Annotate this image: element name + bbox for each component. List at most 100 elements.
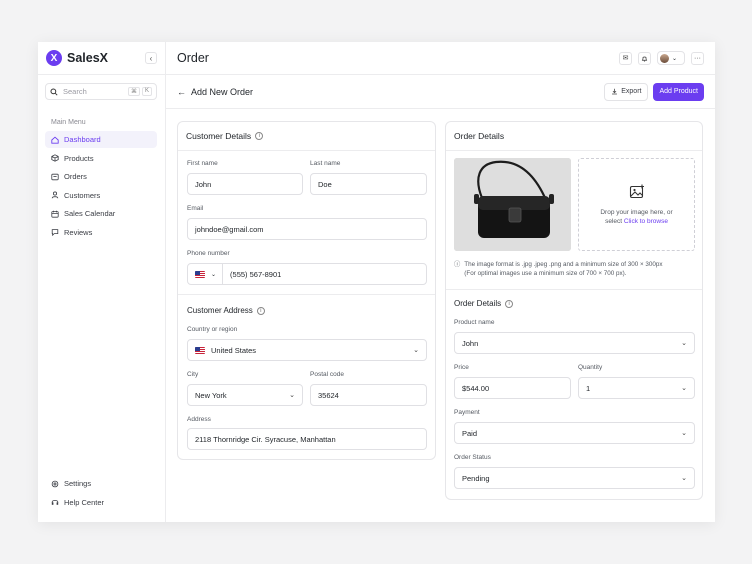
country-code-chevron-icon[interactable]: ⌄ [211,271,216,278]
product-name-select[interactable]: John ⌄ [454,332,695,354]
sidebar-item-label: Settings [64,479,92,488]
dropzone-select-text: select [605,217,623,225]
customer-address-title: Customer Address [187,306,253,315]
sidebar-item-orders[interactable]: Orders [45,168,157,185]
shortcut-key-cmd: ⌘ [127,87,140,96]
order-status-select[interactable]: Pending ⌄ [454,467,695,489]
chevron-down-icon: ⌄ [681,475,687,482]
email-label: Email [187,205,204,212]
email-value: johndoe@gmail.com [195,224,264,234]
sidebar-item-label: Help Center [64,497,105,507]
first-name-label: First name [187,160,218,167]
topbar: Order ✉ ⌄ ··· [166,42,715,75]
sidebar-item-dashboard[interactable]: Dashboard [45,131,157,148]
phone-value: (555) 567-8901 [230,269,282,279]
email-field[interactable]: johndoe@gmail.com [187,218,427,240]
headset-icon [51,498,59,506]
chevron-down-icon: ⌄ [672,55,678,62]
search-input[interactable]: Search ⌘ K [45,83,157,100]
first-name-value: John [195,179,212,189]
customer-address-header: Customer Address i [187,306,265,315]
sidebar-item-sales-calendar[interactable]: Sales Calendar [45,205,157,222]
more-button[interactable]: ··· [691,51,704,65]
info-icon: i [256,306,265,315]
sidebar: X SalesX ‹ Search ⌘ K Main Menu Dashboar… [38,42,166,522]
us-flag-icon [195,270,205,278]
order-details-subtitle: Order Details [454,299,502,308]
order-status-label: Order Status [454,454,491,461]
mail-button[interactable]: ✉ [619,51,632,65]
subheader-actions: Export Add Product [604,82,704,101]
page-title: Order [177,51,209,65]
sidebar-item-settings[interactable]: Settings [45,475,157,492]
chevron-down-icon: ⌄ [289,392,295,399]
postal-field[interactable]: 35624 [310,384,427,406]
profile-menu-button[interactable]: ⌄ [657,51,685,65]
order-details-subheader: Order Details i [454,299,514,308]
info-icon: i [255,132,264,140]
quantity-label: Quantity [578,364,603,371]
first-name-field[interactable]: John [187,173,303,195]
sidebar-item-help-center[interactable]: Help Center [45,494,157,511]
customer-details-title: Customer Details [186,131,252,141]
subheader: ← Add New Order Export Add Product [166,75,715,109]
phone-field[interactable]: ⌄ (555) 567-8901 [187,263,427,285]
sidebar-item-customers[interactable]: Customers [45,187,157,204]
phone-label: Phone number [187,250,230,257]
customer-details-card: Customer Details i First name John Last … [177,121,436,460]
postal-value: 35624 [318,390,339,400]
product-image[interactable] [454,158,571,251]
top-actions: ✉ ⌄ ··· [619,51,704,65]
country-label: Country or region [187,326,238,333]
avatar [660,53,669,63]
export-button[interactable]: Export [604,82,649,101]
image-dropzone[interactable]: Drop your image here, or select Click to… [578,158,695,251]
bag-image [454,158,571,251]
price-value: $544.00 [462,383,490,393]
subheader-title: Add New Order [191,86,254,97]
browse-link[interactable]: Click to browse [624,218,668,225]
back-arrow-icon[interactable]: ← [177,87,186,97]
chevron-down-icon: ⌄ [413,347,419,354]
address-value: 2118 Thornridge Cir. Syracuse, Manhattan [195,434,336,444]
search-icon [50,87,58,96]
price-field[interactable]: $544.00 [454,377,571,399]
sidebar-bottom: Settings Help Center [38,474,165,513]
sidebar-item-label: Reviews [64,227,93,237]
mail-icon: ✉ [622,55,629,62]
last-name-field[interactable]: Doe [310,173,427,195]
chevron-down-icon: ⌄ [681,385,687,392]
bell-icon [641,56,648,61]
city-value: New York [195,390,227,400]
add-product-button[interactable]: Add Product [653,82,704,101]
last-name-label: Last name [310,160,341,167]
download-icon [612,88,618,95]
search-placeholder: Search [63,87,87,96]
payment-label: Payment [454,409,480,416]
sidebar-item-label: Dashboard [64,135,101,144]
postal-label: Postal code [310,371,344,378]
shortcut-key-k: K [141,87,152,96]
dropzone-text: Drop your image here, or [600,208,673,216]
dropzone-select-line: select Click to browse [605,217,668,226]
search-shortcut: ⌘ K [127,87,152,96]
sidebar-item-reviews[interactable]: Reviews [45,224,157,241]
export-label: Export [621,88,642,95]
order-status-value: Pending [462,473,490,483]
quantity-value: 1 [586,383,591,393]
quantity-select[interactable]: 1 ⌄ [578,377,695,399]
reviews-icon [51,228,59,236]
order-details-header: Order Details [446,122,702,151]
country-select[interactable]: United States ⌄ [187,339,427,361]
payment-select[interactable]: Paid ⌄ [454,422,695,444]
address-field[interactable]: 2118 Thornridge Cir. Syracuse, Manhattan [187,428,427,450]
section-divider [446,289,702,290]
city-select[interactable]: New York ⌄ [187,384,303,406]
collapse-sidebar-button[interactable]: ‹ [145,52,157,64]
product-name-label: Product name [454,319,495,326]
sidebar-item-products[interactable]: Products [45,150,157,167]
us-flag-icon [195,346,205,354]
box-icon [51,154,59,162]
address-label: Address [187,416,211,423]
notifications-button[interactable] [638,51,651,65]
